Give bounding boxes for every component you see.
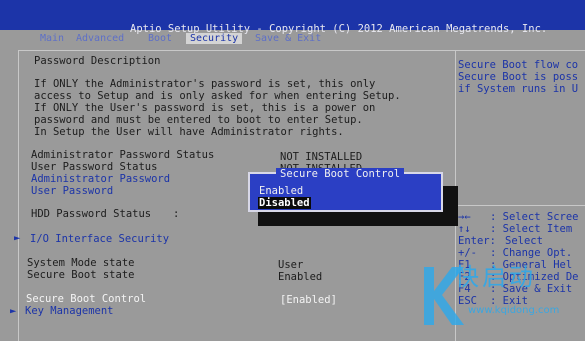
tab-strip: Main Advanced Boot Security Save & Exit: [0, 33, 585, 44]
hdd-status-label: HDD Password Status: [31, 208, 152, 220]
secure-boot-control-value[interactable]: [Enabled]: [280, 294, 337, 306]
description-line: access to Setup and is only asked for wh…: [34, 90, 401, 102]
description-line: If ONLY the Administrator's password is …: [34, 78, 376, 90]
key-management-item[interactable]: Key Management: [25, 305, 114, 317]
tab-boot[interactable]: Boot: [148, 33, 172, 44]
user-password-item[interactable]: User Password: [31, 185, 113, 197]
key-name: Enter:: [458, 235, 496, 247]
description-line: In Setup the User will have Administrato…: [34, 126, 344, 138]
key-desc: : Select Item: [490, 223, 573, 235]
description-line: If ONLY the User's password is set, this…: [34, 102, 376, 114]
io-interface-security-item[interactable]: I/O Interface Security: [30, 233, 169, 245]
help-text-line: Secure Boot flow co: [458, 59, 579, 71]
popup-option-enabled[interactable]: Enabled: [258, 185, 304, 197]
popup-option-disabled[interactable]: Disabled: [258, 197, 311, 209]
bios-screen: Aptio Setup Utility - Copyright (C) 2012…: [0, 0, 585, 341]
hdd-status-colon: :: [173, 208, 180, 220]
secure-boot-control-popup: Secure Boot Control Enabled Disabled: [248, 168, 443, 212]
secure-boot-control-item[interactable]: Secure Boot Control: [26, 293, 146, 305]
key-name: →←: [458, 211, 471, 223]
tab-security[interactable]: Security: [186, 33, 243, 44]
watermark-url: www.kqidong.com: [468, 305, 560, 316]
help-text-line: if System runs in U: [458, 83, 579, 95]
system-mode-label: System Mode state: [27, 257, 135, 269]
admin-password-item[interactable]: Administrator Password: [31, 173, 170, 185]
key-desc: : Change Opt.: [490, 247, 573, 259]
key-desc: Select: [505, 235, 543, 247]
admin-status-label: Administrator Password Status: [31, 149, 215, 161]
system-mode-value: User: [278, 259, 304, 271]
tab-save-exit[interactable]: Save & Exit: [255, 33, 321, 44]
watermark-text: 快启动: [455, 263, 536, 291]
section-title: Password Description: [34, 55, 161, 67]
help-text-line: Secure Boot is poss: [458, 71, 579, 83]
submenu-arrow-icon: ►: [14, 232, 21, 244]
tab-main[interactable]: Main: [40, 33, 64, 44]
description-line: password and must be entered to boot to …: [34, 114, 363, 126]
help-divider: [455, 205, 585, 206]
tab-advanced[interactable]: Advanced: [76, 33, 124, 44]
secure-boot-state-value: Enabled: [278, 271, 323, 283]
key-name: ↑↓: [458, 223, 471, 235]
submenu-arrow-icon: ►: [10, 305, 17, 317]
key-desc: : Select Scree: [490, 211, 579, 223]
secure-boot-state-label: Secure Boot state: [27, 269, 135, 281]
admin-status-value: NOT INSTALLED: [280, 151, 363, 163]
user-status-label: User Password Status: [31, 161, 158, 173]
popup-title: Secure Boot Control: [276, 168, 405, 180]
key-name: +/-: [458, 247, 477, 259]
